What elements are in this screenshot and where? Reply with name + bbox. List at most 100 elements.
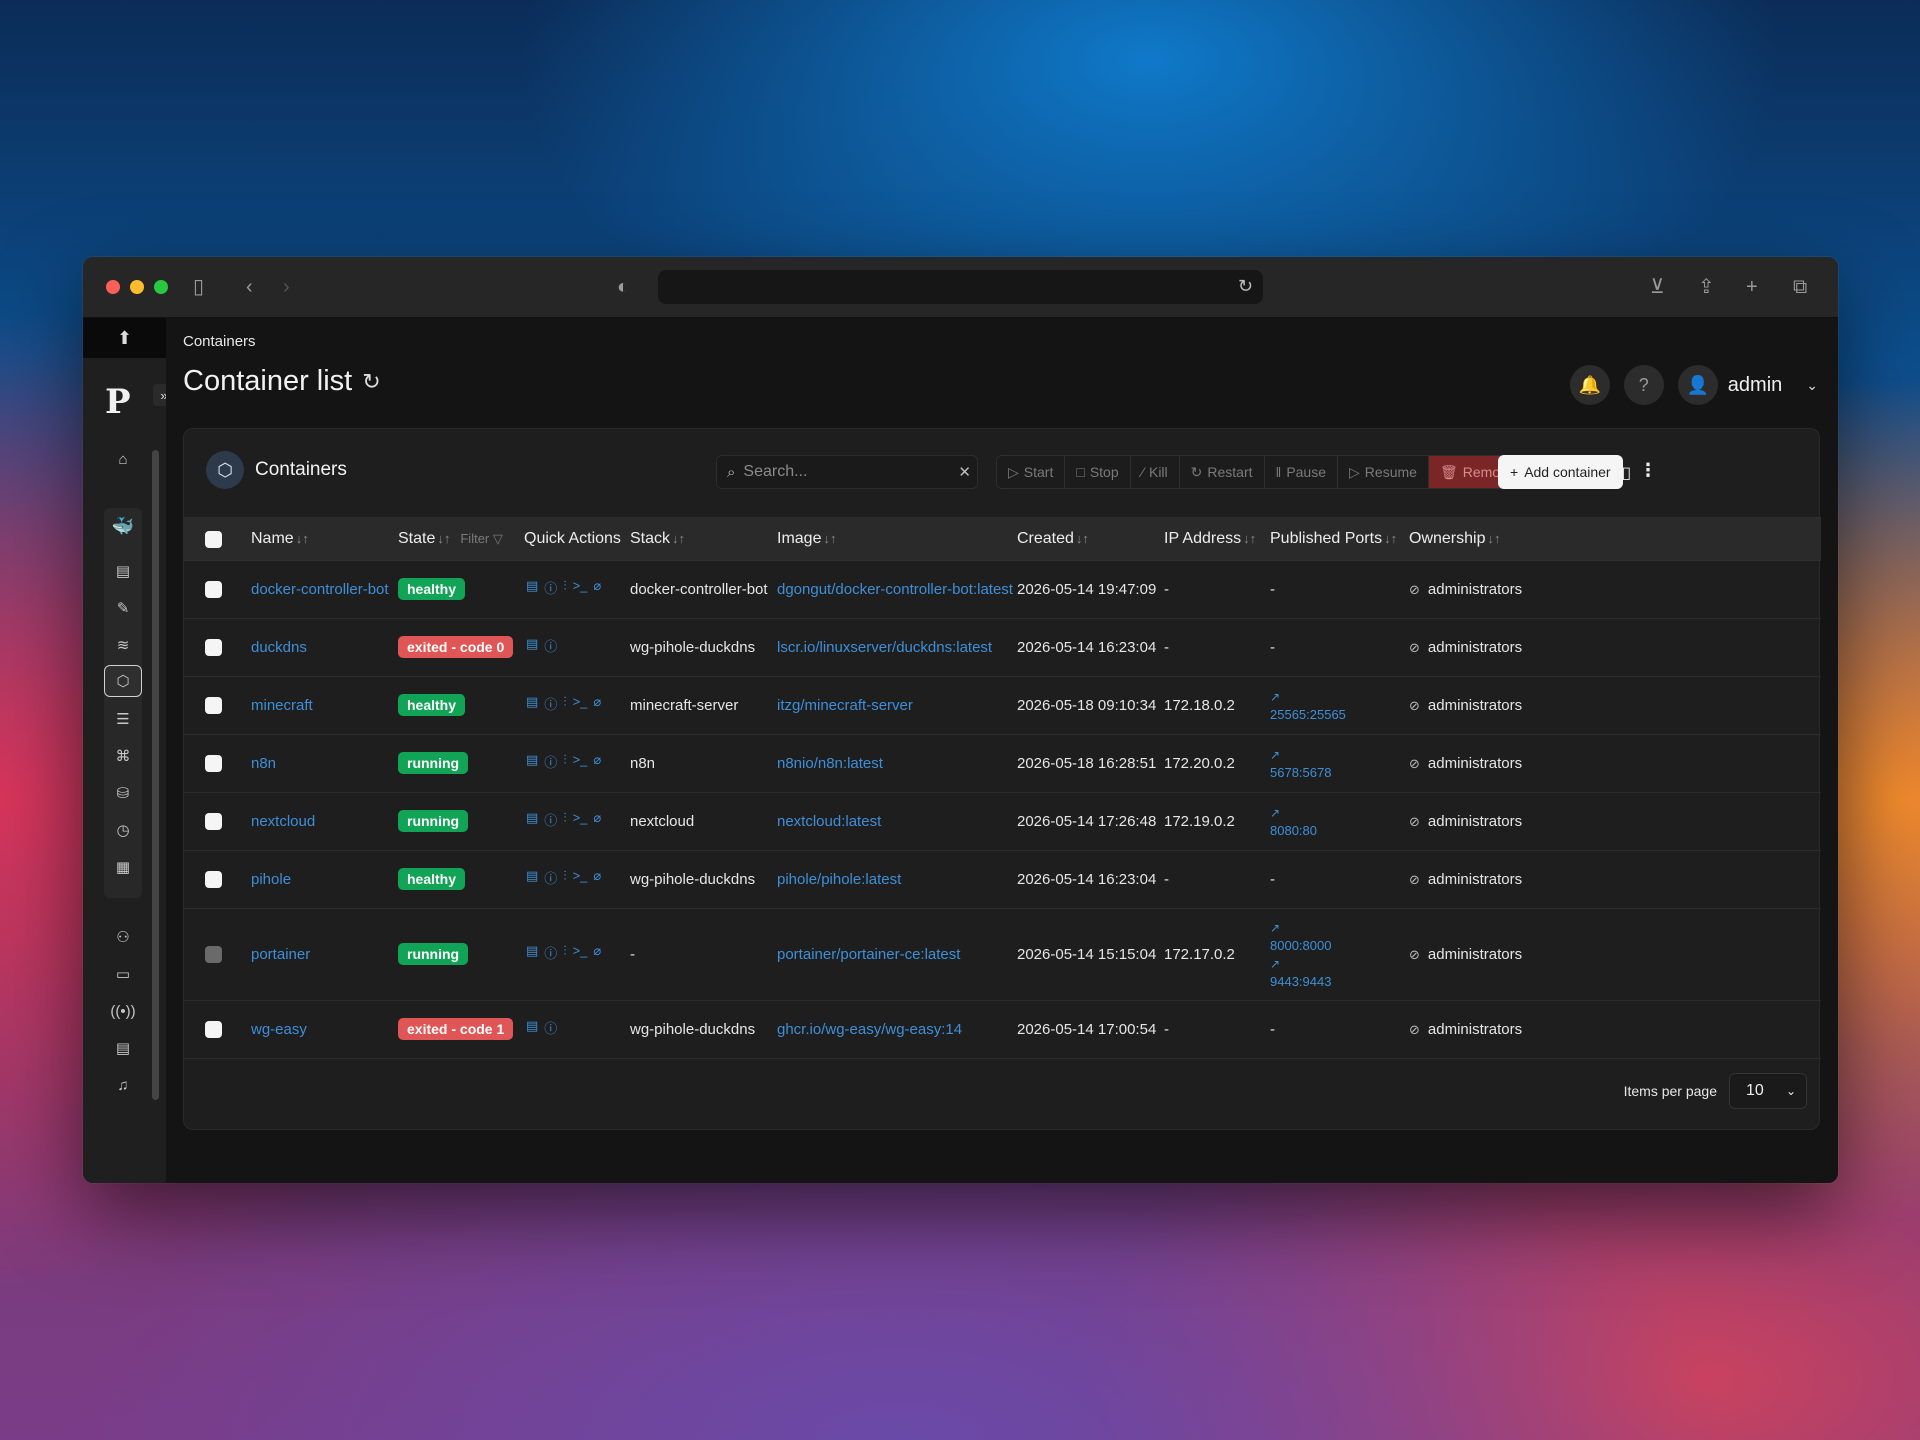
doc-quick-action-icon[interactable]: ▤: [526, 694, 538, 713]
clear-search-icon[interactable]: ✕: [958, 463, 971, 481]
sidebar-toggle-icon[interactable]: ▯: [193, 275, 204, 299]
console-quick-action-icon[interactable]: >_: [573, 943, 588, 962]
edge-icon[interactable]: ((•)): [105, 996, 141, 1026]
table-row[interactable]: n8n running ▤ ⓘ ⫶ >_ ⌀ n8n n8nio/n8n:latest 2026-…: [184, 735, 1821, 793]
attach-quick-action-icon[interactable]: ⌀: [593, 694, 601, 713]
refresh-icon[interactable]: ↻: [362, 369, 380, 395]
external-link-icon[interactable]: ↗: [1270, 955, 1331, 973]
stats-quick-action-icon[interactable]: ⫶: [563, 868, 566, 887]
row-checkbox[interactable]: [205, 1021, 222, 1038]
columns-icon[interactable]: ◫: [1616, 463, 1631, 483]
stop-button[interactable]: □ Stop: [1065, 456, 1131, 488]
portainer-logo[interactable]: P: [105, 382, 131, 422]
upgrade-icon[interactable]: ⬆: [83, 318, 166, 358]
docker-whale-icon[interactable]: 🐳: [105, 511, 141, 541]
col-ownership[interactable]: Ownership ↓↑: [1409, 530, 1500, 548]
templates-icon[interactable]: ✎: [105, 593, 141, 623]
image-link[interactable]: pihole/pihole:latest: [777, 871, 901, 888]
more-options-icon[interactable]: ⋮: [1639, 460, 1657, 481]
col-ports[interactable]: Published Ports ↓↑: [1270, 530, 1397, 548]
doc-quick-action-icon[interactable]: ▤: [526, 868, 538, 887]
download-icon[interactable]: ⊻: [1650, 275, 1665, 299]
port-link[interactable]: 8080:80: [1270, 822, 1317, 840]
doc-quick-action-icon[interactable]: ▤: [526, 1018, 538, 1037]
table-row[interactable]: duckdns exited - code 0 ▤ ⓘ wg-pihole-duckdn…: [184, 619, 1821, 677]
external-link-icon[interactable]: ↗: [1270, 688, 1346, 706]
username[interactable]: admin: [1728, 374, 1782, 397]
logs-icon[interactable]: ▤: [105, 1033, 141, 1063]
external-link-icon[interactable]: ↗: [1270, 746, 1331, 764]
tabs-overview-icon[interactable]: ⧉: [1793, 275, 1807, 299]
doc-quick-action-icon[interactable]: ▤: [526, 636, 538, 655]
items-per-page-select[interactable]: 10 ⌄: [1729, 1073, 1807, 1109]
console-quick-action-icon[interactable]: >_: [573, 752, 588, 771]
notifications-icon[interactable]: ♫: [105, 1070, 141, 1100]
row-checkbox[interactable]: [205, 813, 222, 830]
port-link[interactable]: 8000:8000: [1270, 937, 1331, 955]
external-link-icon[interactable]: ↗: [1270, 804, 1317, 822]
images-icon[interactable]: ☰: [105, 704, 141, 734]
table-row[interactable]: minecraft healthy ▤ ⓘ ⫶ >_ ⌀ minecraft-server it…: [184, 677, 1821, 735]
address-bar[interactable]: ↻: [658, 270, 1263, 304]
add-container-button[interactable]: + Add container: [1498, 455, 1623, 489]
col-created[interactable]: Created ↓↑: [1017, 530, 1089, 548]
users-icon[interactable]: ⚇: [105, 922, 141, 952]
stats-quick-action-icon[interactable]: ⫶: [563, 943, 566, 962]
row-checkbox[interactable]: [205, 755, 222, 772]
networks-icon[interactable]: ⌘: [105, 741, 141, 771]
image-link[interactable]: lscr.io/linuxserver/duckdns:latest: [777, 639, 992, 656]
container-name-link[interactable]: docker-controller-bot: [251, 581, 389, 598]
restart-button[interactable]: ↻ Restart: [1179, 456, 1265, 488]
reload-icon[interactable]: ↻: [1238, 276, 1253, 297]
bell-icon[interactable]: 🔔: [1569, 365, 1610, 405]
avatar[interactable]: 👤: [1677, 365, 1718, 405]
forward-icon[interactable]: ›: [283, 275, 290, 299]
row-checkbox[interactable]: [205, 581, 222, 598]
row-checkbox[interactable]: [205, 697, 222, 714]
console-quick-action-icon[interactable]: >_: [573, 578, 588, 597]
info-quick-action-icon[interactable]: ⓘ: [544, 810, 557, 829]
shield-icon[interactable]: ◐: [617, 275, 629, 299]
pause-button[interactable]: ‖ Pause: [1264, 456, 1339, 488]
attach-quick-action-icon[interactable]: ⌀: [593, 868, 601, 887]
kill-button[interactable]: ⁄ Kill: [1130, 456, 1180, 488]
table-row[interactable]: wg-easy exited - code 1 ▤ ⓘ wg-pihole-duckdn…: [184, 1001, 1821, 1059]
doc-quick-action-icon[interactable]: ▤: [526, 752, 538, 771]
external-link-icon[interactable]: ↗: [1270, 919, 1331, 937]
stats-quick-action-icon[interactable]: ⫶: [563, 694, 566, 713]
info-quick-action-icon[interactable]: ⓘ: [544, 1018, 557, 1037]
info-quick-action-icon[interactable]: ⓘ: [544, 868, 557, 887]
col-state[interactable]: State ↓↑ Filter ▽: [398, 530, 503, 548]
stacks-icon[interactable]: ≋: [105, 630, 141, 660]
resume-button[interactable]: ▷ Resume: [1338, 456, 1429, 488]
volumes-icon[interactable]: ⛁: [105, 778, 141, 808]
home-icon[interactable]: ⌂: [105, 444, 141, 474]
container-name-link[interactable]: duckdns: [251, 639, 307, 656]
console-quick-action-icon[interactable]: >_: [573, 868, 588, 887]
port-link[interactable]: 25565:25565: [1270, 706, 1346, 724]
col-stack[interactable]: Stack ↓↑: [630, 530, 685, 548]
port-link[interactable]: 9443:9443: [1270, 973, 1331, 991]
doc-quick-action-icon[interactable]: ▤: [526, 943, 538, 962]
search-input[interactable]: [743, 463, 951, 481]
new-tab-icon[interactable]: +: [1746, 275, 1758, 299]
dashboard-icon[interactable]: ▤: [105, 556, 141, 586]
info-quick-action-icon[interactable]: ⓘ: [544, 636, 557, 655]
image-link[interactable]: ghcr.io/wg-easy/wg-easy:14: [777, 1021, 962, 1038]
row-checkbox[interactable]: [205, 946, 222, 963]
table-row[interactable]: portainer running ▤ ⓘ ⫶ >_ ⌀ - portainer/portain…: [184, 909, 1821, 1001]
doc-quick-action-icon[interactable]: ▤: [526, 578, 538, 597]
image-link[interactable]: itzg/minecraft-server: [777, 697, 913, 714]
stats-quick-action-icon[interactable]: ⫶: [563, 810, 566, 829]
close-window-button[interactable]: [106, 280, 120, 294]
info-quick-action-icon[interactable]: ⓘ: [544, 943, 557, 962]
select-all-checkbox[interactable]: [205, 531, 222, 548]
container-name-link[interactable]: pihole: [251, 871, 291, 888]
image-link[interactable]: n8nio/n8n:latest: [777, 755, 883, 772]
row-checkbox[interactable]: [205, 639, 222, 656]
col-ip[interactable]: IP Address ↓↑: [1164, 530, 1256, 548]
container-name-link[interactable]: minecraft: [251, 697, 313, 714]
image-link[interactable]: nextcloud:latest: [777, 813, 881, 830]
attach-quick-action-icon[interactable]: ⌀: [593, 578, 601, 597]
col-name[interactable]: Name ↓↑: [251, 530, 309, 548]
